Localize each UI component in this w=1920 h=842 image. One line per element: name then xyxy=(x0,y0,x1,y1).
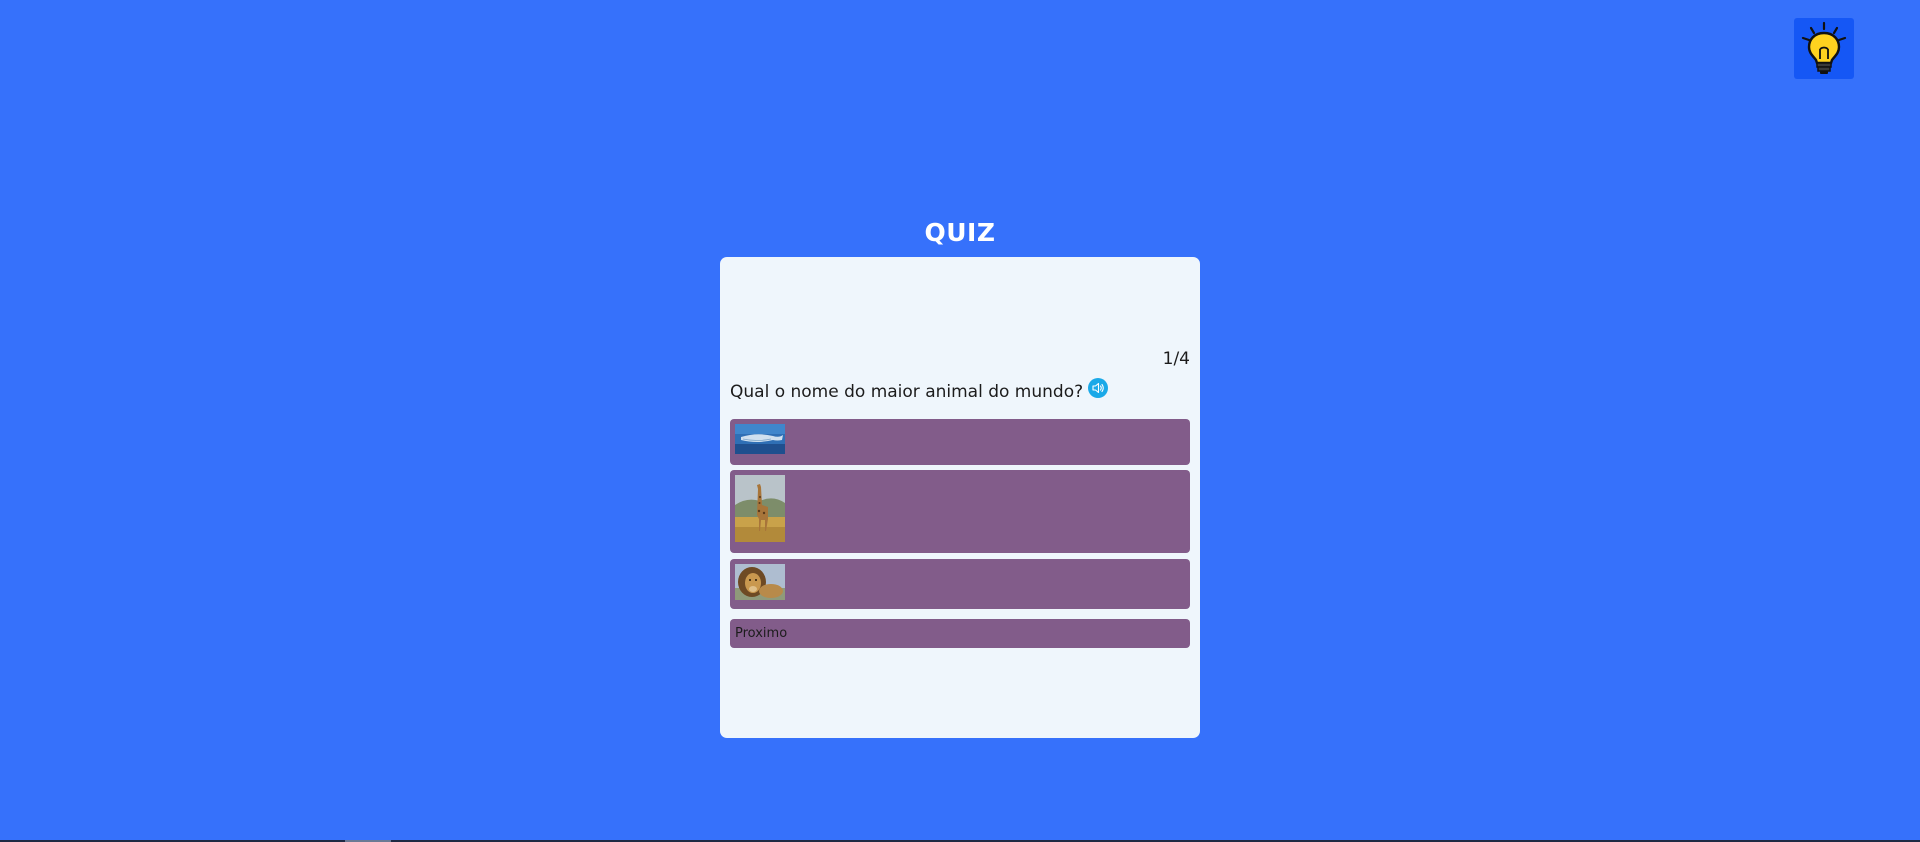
answer-option-3[interactable] xyxy=(730,559,1190,609)
lightbulb-icon xyxy=(1801,21,1847,74)
speaker-icon xyxy=(1092,382,1104,394)
lion-image xyxy=(735,564,785,600)
answer-option-1[interactable] xyxy=(730,419,1190,465)
whale-image xyxy=(735,424,785,454)
audio-button[interactable] xyxy=(1088,378,1109,398)
question-text: Qual o nome do maior animal do mundo? xyxy=(730,382,1084,402)
answer-option-2[interactable] xyxy=(730,470,1190,553)
quiz-card: 1/4 Qual o nome do maior animal do mundo… xyxy=(720,257,1200,738)
question-counter: 1/4 xyxy=(1162,349,1190,369)
page-title: QUIZ xyxy=(924,218,996,247)
next-button[interactable]: Proximo xyxy=(730,619,1190,648)
giraffe-image xyxy=(735,475,785,542)
hint-button[interactable] xyxy=(1794,18,1854,79)
question-row: Qual o nome do maior animal do mundo? xyxy=(730,378,1109,402)
